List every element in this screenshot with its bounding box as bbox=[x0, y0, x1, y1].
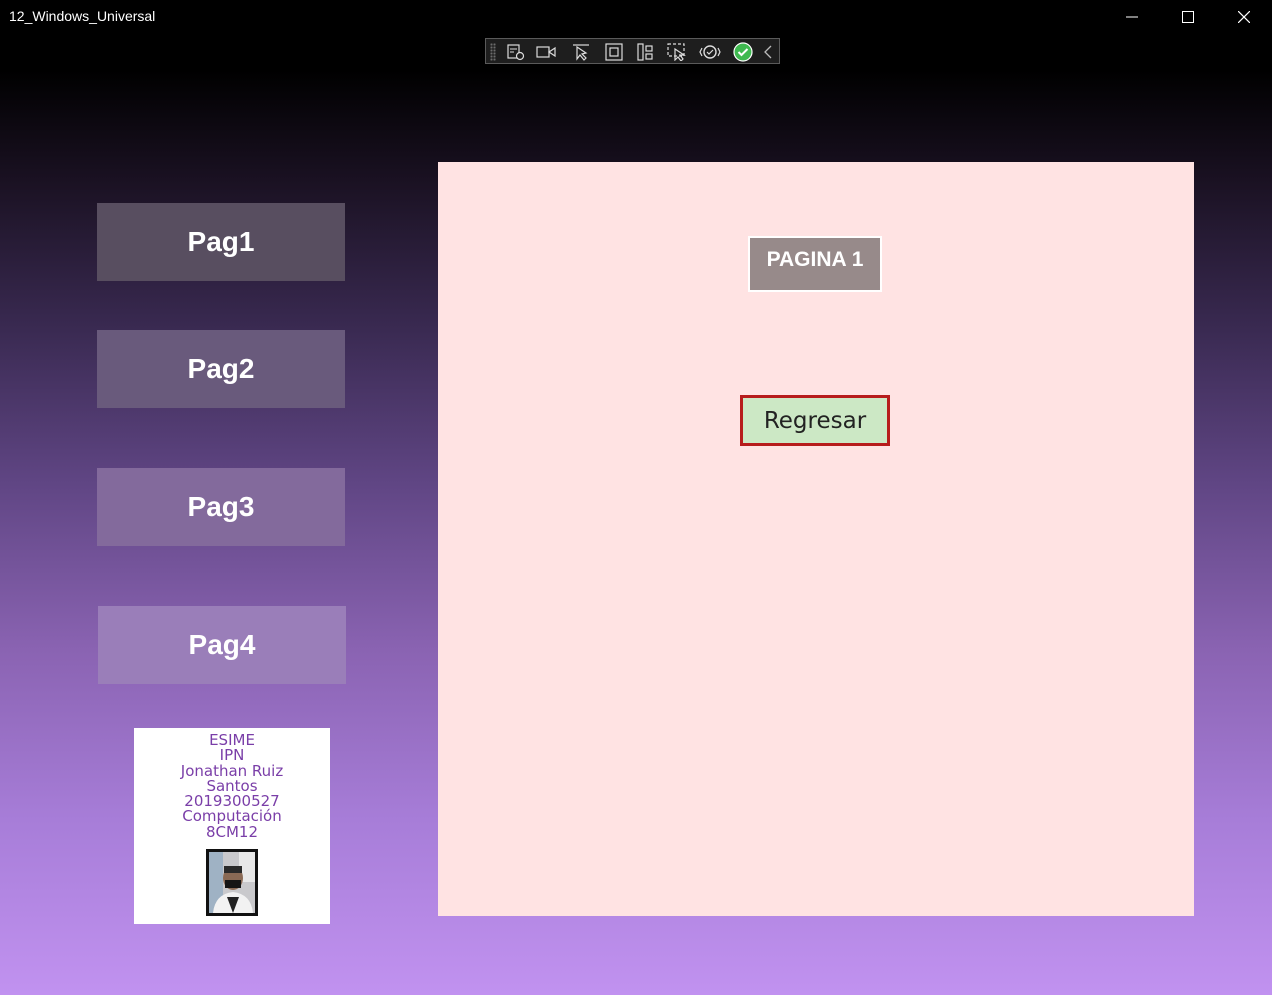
collapse-chevron-icon bbox=[764, 45, 772, 59]
xaml-debug-toolbar bbox=[485, 38, 780, 64]
nav-button-pag3[interactable]: Pag3 bbox=[97, 468, 345, 546]
display-layout-adorners-icon bbox=[605, 43, 623, 61]
preview-selection-button[interactable] bbox=[665, 41, 689, 63]
select-element-icon bbox=[573, 44, 589, 61]
select-element-button[interactable] bbox=[569, 41, 593, 63]
close-icon bbox=[1238, 11, 1250, 23]
live-visual-tree-icon bbox=[507, 44, 525, 61]
preview-selection-icon bbox=[667, 43, 686, 61]
student-photo bbox=[206, 849, 258, 916]
nav-button-pag1[interactable]: Pag1 bbox=[97, 203, 345, 281]
maximize-button[interactable] bbox=[1160, 0, 1216, 34]
check-status-icon bbox=[733, 42, 753, 62]
collapse-toolbar-button[interactable] bbox=[758, 41, 778, 63]
content-frame: PAGINA 1 Regresar bbox=[438, 162, 1194, 916]
live-visual-tree-button[interactable] bbox=[504, 41, 528, 63]
portrait-image bbox=[209, 852, 255, 913]
maximize-icon bbox=[1182, 11, 1194, 23]
back-button[interactable]: Regresar bbox=[740, 395, 890, 446]
record-button[interactable] bbox=[534, 41, 558, 63]
info-lines: ESIME IPN Jonathan Ruiz Santos 201930052… bbox=[134, 732, 330, 841]
track-focus-icon bbox=[637, 43, 653, 61]
record-icon bbox=[536, 46, 556, 58]
status-check-button[interactable] bbox=[731, 41, 755, 63]
minimize-icon bbox=[1126, 16, 1138, 18]
student-info-card: ESIME IPN Jonathan Ruiz Santos 201930052… bbox=[134, 728, 330, 924]
close-button[interactable] bbox=[1216, 0, 1272, 34]
track-focus-button[interactable] bbox=[633, 41, 657, 63]
hot-reload-button[interactable] bbox=[698, 41, 722, 63]
nav-button-pag4[interactable]: Pag4 bbox=[98, 606, 346, 684]
window-title: 12_Windows_Universal bbox=[9, 8, 156, 24]
hot-reload-icon bbox=[699, 45, 721, 59]
info-line-group: 8CM12 bbox=[205, 822, 259, 841]
minimize-button[interactable] bbox=[1104, 0, 1160, 34]
display-layout-adorners-button[interactable] bbox=[602, 41, 626, 63]
nav-button-pag2[interactable]: Pag2 bbox=[97, 330, 345, 408]
page-title: PAGINA 1 bbox=[748, 236, 882, 292]
title-bar: 12_Windows_Universal bbox=[0, 0, 1272, 34]
toolbar-grip[interactable] bbox=[490, 43, 496, 61]
